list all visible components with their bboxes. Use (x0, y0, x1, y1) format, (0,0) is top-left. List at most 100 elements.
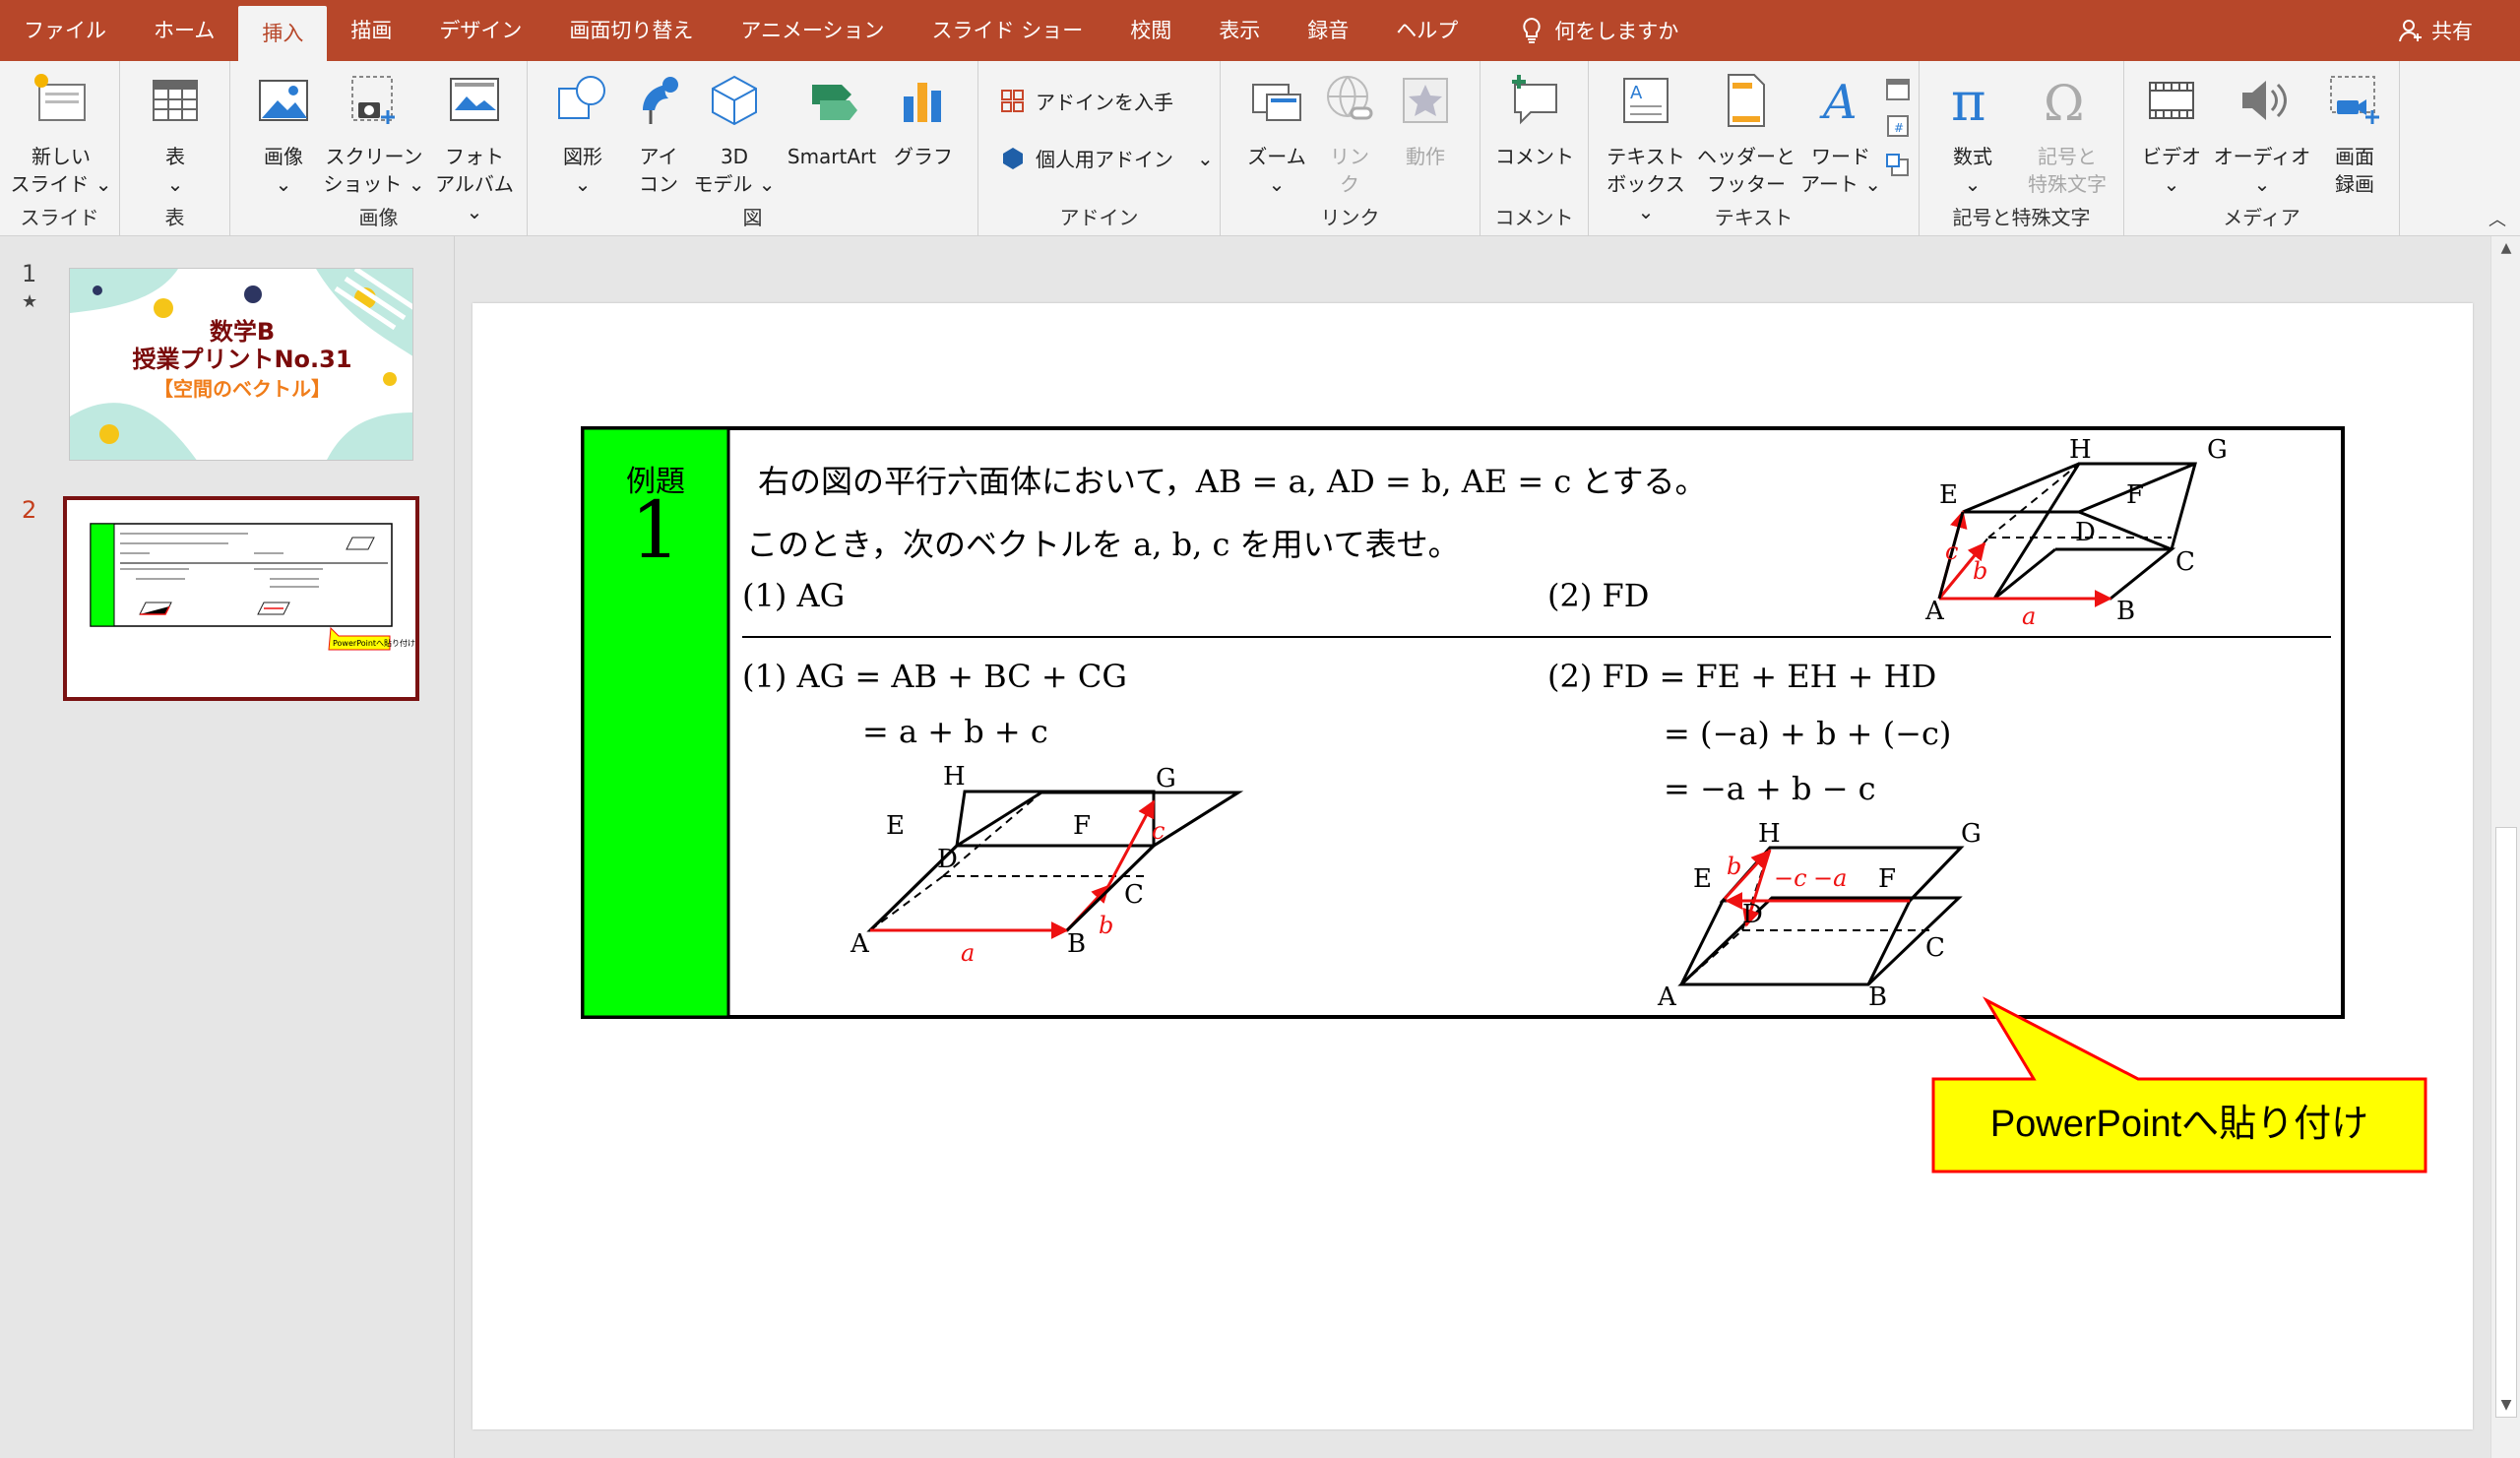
3d-models-label-1: 3D (720, 145, 749, 168)
tab-record[interactable]: 録音 (1284, 0, 1372, 61)
action-button[interactable]: 動作 (1388, 71, 1463, 170)
chart-button[interactable]: グラフ (886, 71, 961, 170)
scroll-thumb[interactable] (2495, 827, 2517, 1418)
vertical-scrollbar[interactable]: ▲ ▼ (2490, 236, 2520, 1458)
tab-file[interactable]: ファイル (0, 0, 130, 61)
tab-design[interactable]: デザイン (415, 0, 545, 61)
q-vertex-e: E (1939, 480, 1958, 510)
action-label: 動作 (1406, 145, 1445, 168)
tab-help[interactable]: ヘルプ (1372, 0, 1481, 61)
header-footer-button[interactable]: ヘッダーと フッター (1695, 71, 1797, 198)
slide-thumbnail-1[interactable]: 数学B 授業プリントNo.31 【空間のベクトル】 (69, 268, 413, 461)
group-images: 画像 ⌄ スクリーン ショット ⌄ フォト アルバム ⌄ 画像 (230, 61, 528, 236)
svg-text:A: A (1630, 83, 1643, 103)
group-addins: アドインを入手 個人用アドイン ⌄ アドイン (978, 61, 1221, 236)
screenshot-button[interactable]: スクリーン ショット ⌄ (323, 71, 425, 198)
svg-text:Ω: Ω (2044, 75, 2084, 130)
problem-line-1: 右の図の平行六面体において，AB = a, AD = b, AE = c とする… (758, 463, 1707, 500)
film-icon (2149, 82, 2194, 119)
a2-vertex-d: D (1742, 900, 1763, 929)
addin-cube-icon (1003, 147, 1023, 169)
tab-draw[interactable]: 描画 (327, 0, 415, 61)
video-button[interactable]: ビデオ ⌄ (2132, 71, 2211, 198)
tell-me-box[interactable]: 何をしますか (1481, 16, 1678, 45)
my-addins-button[interactable]: 個人用アドイン ⌄ (1000, 144, 1214, 172)
group-label-table: 表 (164, 206, 185, 229)
object-icon[interactable] (1884, 152, 1912, 179)
get-addins-button[interactable]: アドインを入手 (1000, 87, 1173, 115)
zoom-arrow: ⌄ (1268, 172, 1286, 196)
group-label-slides: スライド (20, 206, 99, 229)
shapes-arrow: ⌄ (574, 172, 592, 196)
audio-button[interactable]: オーディオ ⌄ (2211, 71, 2313, 198)
q-vertex-d: D (2075, 518, 2096, 547)
slide-canvas[interactable]: 例題 1 右の図の平行六面体において，AB = a, AD = b, AE = … (472, 303, 2473, 1429)
screen-recording-icon (2330, 76, 2379, 124)
tab-slideshow[interactable]: スライド ショー (909, 0, 1107, 61)
audio-arrow: ⌄ (2253, 172, 2271, 196)
problem-line-2: このとき，次のベクトルを a, b, c を用いて表せ。 (746, 526, 1460, 563)
tab-transitions[interactable]: 画面切り替え (545, 0, 717, 61)
icons-button[interactable]: アイ コン (626, 71, 691, 198)
screen-recording-button[interactable]: 画面 録画 (2315, 71, 2394, 198)
tab-insert[interactable]: 挿入 (238, 6, 328, 61)
horizontal-scrollbar[interactable] (455, 1436, 2490, 1458)
shapes-button[interactable]: 図形 ⌄ (543, 71, 622, 198)
svg-text:#: # (1894, 121, 1904, 135)
share-button[interactable]: 共有 (2398, 0, 2473, 61)
smartart-label: SmartArt (787, 145, 877, 168)
slide-number-icon[interactable]: # (1884, 112, 1912, 140)
thumb-number-1: 1 (22, 260, 37, 287)
icons-label-1: アイ (639, 145, 678, 168)
date-time-icon[interactable] (1884, 75, 1912, 102)
collapse-ribbon-icon[interactable]: ︿ (2488, 206, 2506, 231)
link-button[interactable]: リン ク (1315, 71, 1384, 198)
scroll-down-icon[interactable]: ▼ (2495, 1397, 2517, 1419)
tab-view[interactable]: 表示 (1195, 0, 1284, 61)
new-slide-button[interactable]: 新しい スライド ⌄ (8, 71, 114, 198)
header-footer-label-1: ヘッダーと (1697, 145, 1796, 168)
group-comments: コメント コメント (1480, 61, 1589, 236)
image-label: 画像 (264, 145, 303, 168)
wordart-label-2: アート ⌄ (1800, 172, 1881, 196)
group-text: A テキスト ボックス ⌄ ヘッダーと フッター A ワード アート ⌄ # テ… (1589, 61, 1920, 236)
symbol-button[interactable]: Ω 記号と 特殊文字 (2016, 71, 2118, 198)
group-label-addins: アドイン (1059, 206, 1139, 229)
answer-2-line-2: = (−a) + b + (−c) (1664, 715, 1952, 752)
screenshot-label-2: ショット ⌄ (323, 172, 425, 196)
table-label: 表 (165, 145, 185, 168)
table-icon (153, 80, 198, 121)
person-icon (2399, 20, 2422, 42)
get-addins-label: アドインを入手 (1036, 91, 1173, 114)
smartart-button[interactable]: SmartArt (778, 71, 886, 170)
equation-button[interactable]: π 数式 ⌄ (1931, 71, 2014, 198)
3d-models-button[interactable]: 3D モデル ⌄ (693, 71, 776, 198)
tab-home[interactable]: ホーム (130, 0, 238, 61)
ribbon: 新しい スライド ⌄ スライド 表 ⌄ 表 画像 ⌄ スクリーン ショット ⌄ … (0, 61, 2520, 236)
new-slide-label-2: スライド ⌄ (10, 172, 112, 196)
a1-vec-b: b (1099, 912, 1114, 939)
table-button[interactable]: 表 ⌄ (130, 71, 220, 198)
comment-button[interactable]: コメント (1488, 71, 1581, 170)
screen-recording-label-2: 録画 (2335, 172, 2374, 196)
image-button[interactable]: 画像 ⌄ (244, 71, 323, 198)
question-1: (1) AG (742, 577, 846, 614)
slide-thumbnail-pane: 1 ★ 数学B 授業プリントNo.31 【空間のベクトル】 2 PowerPoi… (0, 236, 455, 1458)
thumb-star-icon: ★ (22, 291, 38, 312)
thumb1-title-1: 数学B (209, 318, 276, 346)
tab-review[interactable]: 校閲 (1106, 0, 1195, 61)
link-globe-icon (1327, 76, 1373, 120)
scroll-up-icon[interactable]: ▲ (2495, 240, 2517, 262)
a1-vertex-b: B (1067, 929, 1087, 959)
a2-vertex-f: F (1878, 864, 1897, 894)
ribbon-tab-bar: ファイル ホーム 挿入 描画 デザイン 画面切り替え アニメーション スライド … (0, 0, 2520, 61)
wordart-button[interactable]: A ワード アート ⌄ (1799, 71, 1882, 198)
group-symbols: π 数式 ⌄ Ω 記号と 特殊文字 記号と特殊文字 (1920, 61, 2124, 236)
a2-vec-minus-a: −a (1813, 864, 1848, 892)
q-vertex-b: B (2116, 597, 2136, 626)
3d-models-label-2: モデル ⌄ (693, 172, 776, 196)
zoom-button[interactable]: ズーム ⌄ (1240, 71, 1313, 198)
tab-animations[interactable]: アニメーション (717, 0, 908, 61)
group-label-comments: コメント (1494, 206, 1574, 229)
slide-thumbnail-2[interactable]: PowerPointへ貼り付け (63, 496, 419, 701)
